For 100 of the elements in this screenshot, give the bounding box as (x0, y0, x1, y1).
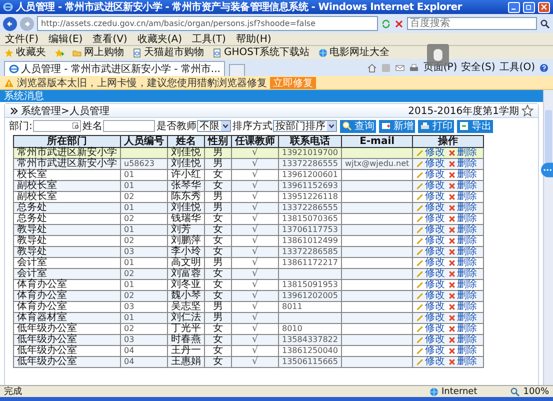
close-button[interactable] (538, 2, 550, 12)
scrollbar[interactable] (543, 90, 553, 385)
cross-icon (448, 347, 456, 355)
action-button[interactable]: 查询 (340, 120, 376, 132)
star-icon[interactable] (521, 104, 534, 117)
table-cell: √ (232, 224, 278, 236)
column-header[interactable]: 人员编号 (120, 136, 168, 148)
action-button[interactable]: 新增 (379, 120, 416, 132)
column-header[interactable]: 任课教师 (232, 136, 278, 148)
table-row[interactable]: 常州市武进区新安小学 刘佳悦 男 √ 13921019700 修改 删除 (14, 148, 484, 158)
action-button[interactable]: 打印 (418, 120, 454, 132)
dropdown[interactable]: 不限 (197, 120, 232, 132)
cross-icon (448, 226, 456, 234)
favorite-link[interactable]: 网上购物 (72, 47, 124, 58)
table-cell: 刘佳悦 (168, 202, 204, 214)
table-cell: 张琴华 (168, 180, 204, 192)
table-cell: 女 (204, 268, 232, 280)
menu-item[interactable]: 帮助(H) (236, 34, 272, 44)
stop-icon[interactable] (394, 18, 404, 28)
table-row[interactable]: 总务处 01 刘佳悦 男 √ 13372286555 修改 删除 (14, 202, 484, 214)
table-cell: 02 (120, 268, 168, 280)
double-arrow-icon (9, 106, 19, 116)
table-cell (342, 334, 413, 346)
globe-icon (428, 386, 439, 396)
menu-item[interactable]: 查看(V) (92, 34, 128, 44)
table-cell: 女 (204, 246, 232, 258)
column-header[interactable]: 联系电话 (278, 136, 342, 148)
favorite-link[interactable]: 天猫超市购物 (132, 47, 204, 58)
more-icon[interactable] (541, 162, 553, 178)
globe-icon (318, 48, 328, 58)
home-icon[interactable] (367, 62, 378, 72)
table-cell: 低年级办公室 (14, 356, 120, 368)
printer-icon[interactable] (409, 62, 420, 72)
back-arrow-icon (5, 18, 15, 28)
table-cell: 03 (120, 246, 168, 258)
table-row[interactable]: 副校长室 01 张琴华 女 √ 13961152693 修改 删除 (14, 180, 484, 192)
table-cell: 体育办公室 (14, 290, 120, 302)
table-cell: 女 (204, 224, 232, 236)
department-picker-field[interactable] (33, 120, 82, 132)
security-zone: Internet (442, 386, 478, 396)
action-button[interactable]: 导出 (457, 120, 494, 132)
table-row[interactable]: 体育器材室 01 刘仁法 男 √ 修改 删除 (14, 312, 484, 324)
menu-item[interactable]: 工具(T) (192, 34, 226, 44)
table-cell: 03 (120, 334, 168, 346)
table-row[interactable]: 低年级办公室 04 王惠娟 女 √ 13506115665 修改 删除 (14, 356, 484, 368)
export-icon (459, 121, 470, 131)
table-cell: 13506115665 (278, 356, 342, 368)
table-row[interactable]: 低年级办公室 03 时春燕 女 √ 13584337822 修改 删除 (14, 334, 484, 346)
table-row[interactable]: 教导处 01 刘芳 女 √ 13706117753 修改 删除 (14, 224, 484, 236)
back-button[interactable] (3, 16, 17, 30)
menu-item[interactable]: 编辑(E) (48, 34, 83, 44)
refresh-icon[interactable] (381, 18, 391, 28)
favorites-button[interactable]: 收藏夹 (4, 47, 46, 58)
table-row[interactable]: 体育办公室 02 魏小琴 女 √ 13961202005 修改 删除 (14, 290, 484, 302)
address-field[interactable]: http://assets.czedu.gov.cn/am/basic/organ/persons.jsf?shoode=false (37, 16, 378, 31)
table-cell (342, 290, 413, 302)
favorite-link[interactable]: 电影网址大全 (318, 47, 390, 58)
table-cell: 李小玲 (168, 246, 204, 258)
magnifier-icon[interactable] (510, 386, 520, 396)
cross-icon (448, 336, 456, 344)
cross-icon (448, 160, 456, 168)
minimize-button[interactable] (508, 2, 520, 12)
restore-button[interactable] (523, 2, 535, 12)
filter-label: 排序方式 (232, 120, 272, 133)
close-icon (540, 3, 548, 11)
menu-item[interactable]: 收藏夹(A) (137, 34, 182, 44)
new-tab-button[interactable] (229, 64, 246, 76)
breadcrumb: 系统管理>人员管理 (21, 104, 110, 118)
command-menu[interactable]: 页面(P) (423, 62, 458, 73)
star-icon (4, 48, 14, 58)
cross-icon (448, 259, 456, 267)
dropdown[interactable]: 按部门排序 (273, 120, 338, 132)
help-icon[interactable] (539, 62, 549, 72)
table-cell: 刘佳悦 (168, 158, 204, 170)
window-title: 人员管理 - 常州市武进区新安小学 - 常州市资产与装备管理信息系统 - Windows Internet Explorer (16, 0, 462, 14)
column-header[interactable]: 性别 (204, 136, 232, 148)
search-icon[interactable] (540, 18, 550, 28)
table-row[interactable]: 会计室 02 刘富蓉 女 √ 修改 删除 (14, 268, 484, 280)
column-header[interactable]: E-mail (342, 136, 413, 148)
browser-tab[interactable]: 人员管理 - 常州市武进区新安小学 - 常州市... (4, 61, 226, 76)
zoom-level[interactable]: 100% (523, 386, 549, 396)
add-favorite-icon[interactable] (54, 48, 64, 58)
table-row[interactable]: 常州市武进区新安小学 u58623 刘佳悦 男 √ 13372286555 wjtx@wjedu.net 修改 删除 (14, 158, 484, 170)
menu-item[interactable]: 文件(F) (5, 34, 39, 44)
table-cell (342, 356, 413, 368)
table-row[interactable]: 教导处 03 李小玲 女 √ 13372286585 修改 删除 (14, 246, 484, 258)
column-header[interactable]: 所在部门 (14, 136, 120, 148)
filter-label: 姓名 (82, 120, 102, 133)
mail-icon[interactable] (395, 62, 406, 72)
column-header[interactable]: 姓名 (168, 136, 204, 148)
lookup-icon[interactable] (72, 122, 80, 130)
name-input-field[interactable] (103, 120, 156, 132)
command-menu[interactable]: 工具(O) (499, 62, 535, 73)
column-header[interactable]: 操作 (412, 136, 484, 148)
table-cell: 女 (204, 180, 232, 192)
cross-icon (448, 303, 456, 311)
command-menu[interactable]: 安全(S) (461, 62, 496, 73)
table-cell: 女 (204, 290, 232, 302)
favorite-link[interactable]: GHOST系统下载站 (212, 47, 310, 58)
cross-icon (448, 149, 456, 157)
